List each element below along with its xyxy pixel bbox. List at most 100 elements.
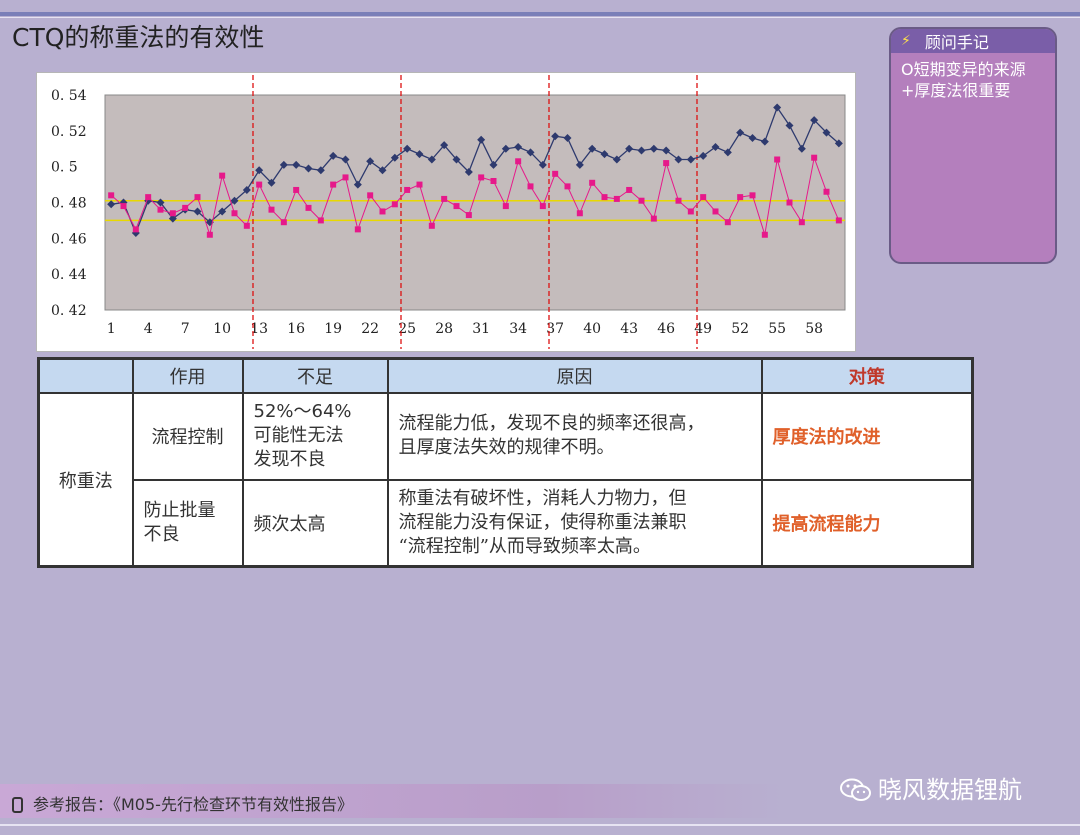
- table-header-row: 作用 不足 原因 对策: [37, 357, 974, 394]
- shortfall-cell: 频次太高: [241, 478, 389, 568]
- watermark-text: 晓风数据锂航: [878, 776, 1022, 804]
- data-point: [441, 195, 448, 202]
- top-rule: [0, 12, 1080, 16]
- data-point: [798, 219, 805, 226]
- row-group-cell: 称重法: [37, 392, 134, 568]
- data-point: [626, 186, 633, 193]
- notes-header: ⚡ 顾问手记: [891, 29, 1055, 53]
- slide-title: CTQ的称重法的有效性: [12, 23, 265, 52]
- ctq-table: 作用 不足 原因 对策 称重法 流程控制 52%～64% 可能性无法 发现不良 …: [37, 357, 974, 568]
- data-point: [330, 181, 337, 188]
- notes-header-label: 顾问手记: [924, 33, 989, 52]
- data-point: [305, 204, 312, 211]
- cause-line: 流程能力没有保证，使得称重法兼职: [398, 511, 687, 533]
- cause-cell: 称重法有破坏性，消耗人力物力，但 流程能力没有保证，使得称重法兼职 “流程控制”…: [386, 478, 763, 568]
- role-line: 不良: [143, 523, 180, 545]
- document-icon: [12, 797, 23, 813]
- x-tick-label: 52: [731, 321, 749, 337]
- data-point: [428, 222, 435, 229]
- data-point: [564, 183, 571, 190]
- x-tick-label: 10: [213, 321, 231, 337]
- cause-cell: 流程能力低，发现不良的频率还很高， 且厚度法失效的规律不明。: [386, 392, 763, 481]
- cause-line: 且厚度法失效的规律不明。: [398, 437, 615, 459]
- y-tick-label: 0. 46: [51, 231, 87, 247]
- data-point: [774, 156, 781, 163]
- data-point: [835, 217, 842, 224]
- x-tick-label: 1: [107, 321, 116, 337]
- x-tick-label: 40: [583, 321, 601, 337]
- cause-line: 称重法有破坏性，消耗人力物力，但: [398, 487, 687, 509]
- footer-reference: 参考报告：《M05-先行检查环节有效性报告》: [12, 791, 353, 815]
- data-point: [811, 154, 818, 161]
- x-tick-label: 7: [181, 321, 190, 337]
- notes-line: O短期变异的来源: [901, 60, 1026, 79]
- cause-line: “流程控制”从而导致频率太高。: [398, 535, 651, 557]
- y-tick-label: 0. 48: [51, 196, 87, 212]
- header-cell-shortfall: 不足: [241, 357, 389, 394]
- role-cell: 流程控制: [131, 392, 244, 481]
- y-tick-label: 0. 44: [51, 267, 87, 283]
- data-point: [342, 174, 349, 181]
- data-point: [663, 160, 670, 167]
- data-point: [527, 183, 534, 190]
- data-point: [391, 201, 398, 208]
- data-point: [132, 226, 139, 233]
- data-point: [194, 194, 201, 201]
- data-point: [293, 186, 300, 193]
- y-tick-label: 0. 54: [51, 88, 87, 104]
- header-cell-role: 作用: [131, 357, 244, 394]
- data-point: [169, 210, 176, 217]
- data-point: [268, 206, 275, 213]
- table-row: 称重法 流程控制 52%～64% 可能性无法 发现不良 流程能力低，发现不良的频…: [37, 392, 974, 568]
- data-point: [786, 199, 793, 206]
- data-point: [675, 197, 682, 204]
- data-point: [157, 206, 164, 213]
- x-tick-label: 22: [361, 321, 379, 337]
- y-tick-label: 0. 5: [51, 160, 78, 176]
- strategy-cell: 提高流程能力: [760, 478, 974, 568]
- data-point: [823, 188, 830, 195]
- x-tick-label: 43: [620, 321, 638, 337]
- data-point: [589, 179, 596, 186]
- shortfall-line: 可能性无法: [253, 425, 344, 447]
- data-point: [145, 194, 152, 201]
- data-point: [576, 210, 583, 217]
- data-point: [465, 212, 472, 219]
- x-tick-label: 34: [509, 321, 527, 337]
- data-point: [601, 194, 608, 201]
- chart-frame: 0. 54 0. 52 0. 5 0. 48 0. 46 0. 44 0. 42 1 4 7 10 1…: [36, 72, 856, 352]
- data-point: [650, 215, 657, 222]
- notes-lines: O短期变异的来源 +厚度法很重要: [891, 53, 1055, 101]
- cause-line: 流程能力低，发现不良的频率还很高，: [398, 413, 705, 435]
- x-tick-label: 55: [768, 321, 786, 337]
- data-point: [478, 174, 485, 181]
- data-point: [317, 217, 324, 224]
- data-point: [502, 203, 509, 210]
- data-point: [712, 208, 719, 215]
- header-cell-cause: 原因: [386, 357, 763, 394]
- notes-line: +厚度法很重要: [901, 81, 1011, 100]
- data-point: [231, 210, 238, 217]
- plot-area: [104, 94, 846, 311]
- role-line: 防止批量: [143, 499, 216, 521]
- data-point: [552, 170, 559, 177]
- shortfall-line: 发现不良: [253, 449, 326, 471]
- bottom-rule: [0, 824, 1080, 826]
- shortfall-line: 频次太高: [253, 513, 326, 535]
- data-point: [613, 195, 620, 202]
- data-point: [379, 208, 386, 215]
- data-point: [761, 231, 768, 238]
- data-point: [453, 203, 460, 210]
- x-tick-label: 16: [287, 321, 305, 337]
- data-point: [700, 194, 707, 201]
- y-tick-label: 0. 52: [51, 124, 87, 140]
- footer-reference-text: 参考报告：《M05-先行检查环节有效性报告》: [33, 795, 353, 814]
- data-point: [687, 208, 694, 215]
- header-cell-blank: [37, 357, 134, 394]
- x-tick-label: 4: [144, 321, 153, 337]
- lightning-icon: ⚡: [901, 33, 911, 49]
- data-point: [515, 158, 522, 165]
- data-point: [724, 219, 731, 226]
- data-point: [490, 178, 497, 184]
- data-point: [108, 192, 115, 199]
